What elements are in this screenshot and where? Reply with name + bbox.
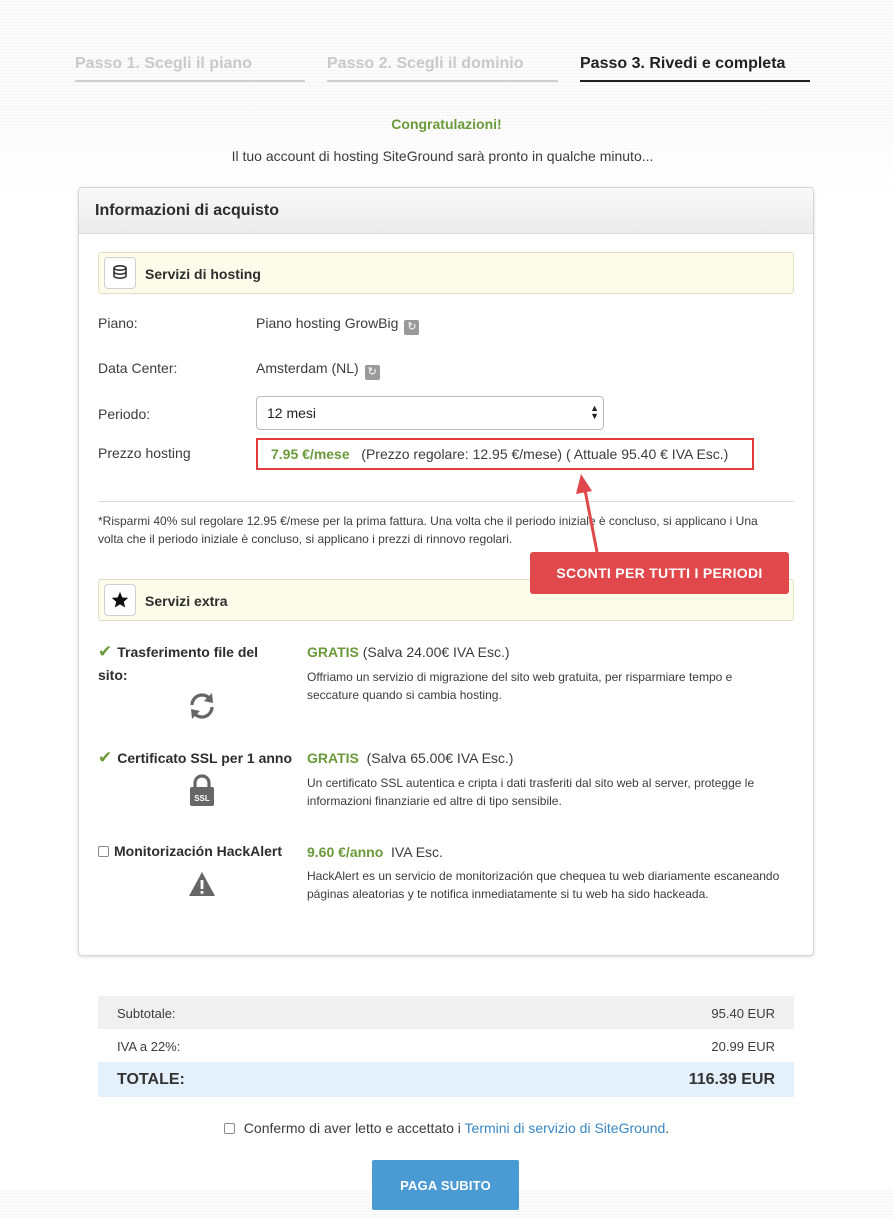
star-icon (104, 584, 136, 616)
extra-price-transfer: GRATIS (Salva 24.00€ IVA Esc.) (307, 644, 510, 660)
extra-desc-ssl: Un certificato SSL autentica e cripta i … (307, 776, 755, 808)
extra-title-hackalert: Monitorización HackAlert (98, 840, 282, 863)
check-icon: ✔ (98, 642, 113, 661)
order-totals: Subtotale: 95.40 EUR IVA a 22%: 20.99 EU… (98, 996, 794, 1097)
pay-now-button[interactable]: PAGA SUBITO (372, 1160, 519, 1210)
extra-desc-hackalert: HackAlert es un servicio de monitorizaci… (307, 869, 780, 901)
callout-arrow-icon (576, 474, 599, 553)
hackalert-checkbox[interactable] (98, 846, 109, 857)
warning-icon (188, 871, 216, 902)
check-icon: ✔ (98, 748, 113, 767)
terms-link[interactable]: Termini di servizio di SiteGround (465, 1120, 666, 1136)
ssl-lock-icon: SSL (189, 774, 215, 813)
step-1[interactable]: Passo 1. Scegli il piano (75, 52, 305, 82)
extra-title-transfer: ✔ Trasferimento file del sito: (98, 642, 259, 683)
subtotal-label: Subtotale: (117, 1006, 176, 1021)
extra-price-hackalert: 9.60 €/anno IVA Esc. (307, 844, 443, 860)
extra-desc-transfer: Offriamo un servizio di migrazione del s… (307, 670, 733, 702)
total-row: TOTALE: 116.39 EUR (98, 1062, 794, 1097)
subtotal-value: 95.40 EUR (711, 1006, 775, 1021)
extra-price-ssl: GRATIS (Salva 65.00€ IVA Esc.) (307, 750, 514, 766)
step-3-active: Passo 3. Rivedi e completa (580, 52, 810, 82)
subtotal-row: Subtotale: 95.40 EUR (98, 996, 794, 1029)
step-2[interactable]: Passo 2. Scegli il dominio (327, 52, 558, 82)
terms-text: Confermo di aver letto e accettato i (243, 1120, 465, 1136)
purchase-info-panel: Informazioni di acquisto Servizi di host… (78, 187, 814, 956)
congrats-subtitle: Il tuo account di hosting SiteGround sar… (231, 148, 654, 164)
terms-suffix: . (665, 1120, 670, 1136)
refresh-icon (187, 691, 217, 726)
congrats-heading: Congratulazioni! (391, 116, 502, 132)
vat-label: IVA a 22%: (117, 1039, 181, 1054)
extra-services-label: Servizi extra (145, 593, 228, 609)
total-value: 116.39 EUR (688, 1071, 775, 1088)
checkout-steps: Passo 1. Scegli il piano Passo 2. Scegli… (75, 52, 810, 84)
discount-callout: SCONTI PER TUTTI I PERIODI (530, 552, 789, 594)
extra-title-ssl: ✔ Certificato SSL per 1 anno (98, 748, 293, 767)
terms-row: Confermo di aver letto e accettato i Ter… (0, 1120, 893, 1136)
svg-text:SSL: SSL (194, 794, 210, 803)
vat-value: 20.99 EUR (711, 1039, 775, 1054)
terms-checkbox[interactable] (223, 1123, 235, 1134)
vat-row: IVA a 22%: 20.99 EUR (98, 1029, 794, 1062)
total-label: TOTALE: (117, 1071, 185, 1088)
